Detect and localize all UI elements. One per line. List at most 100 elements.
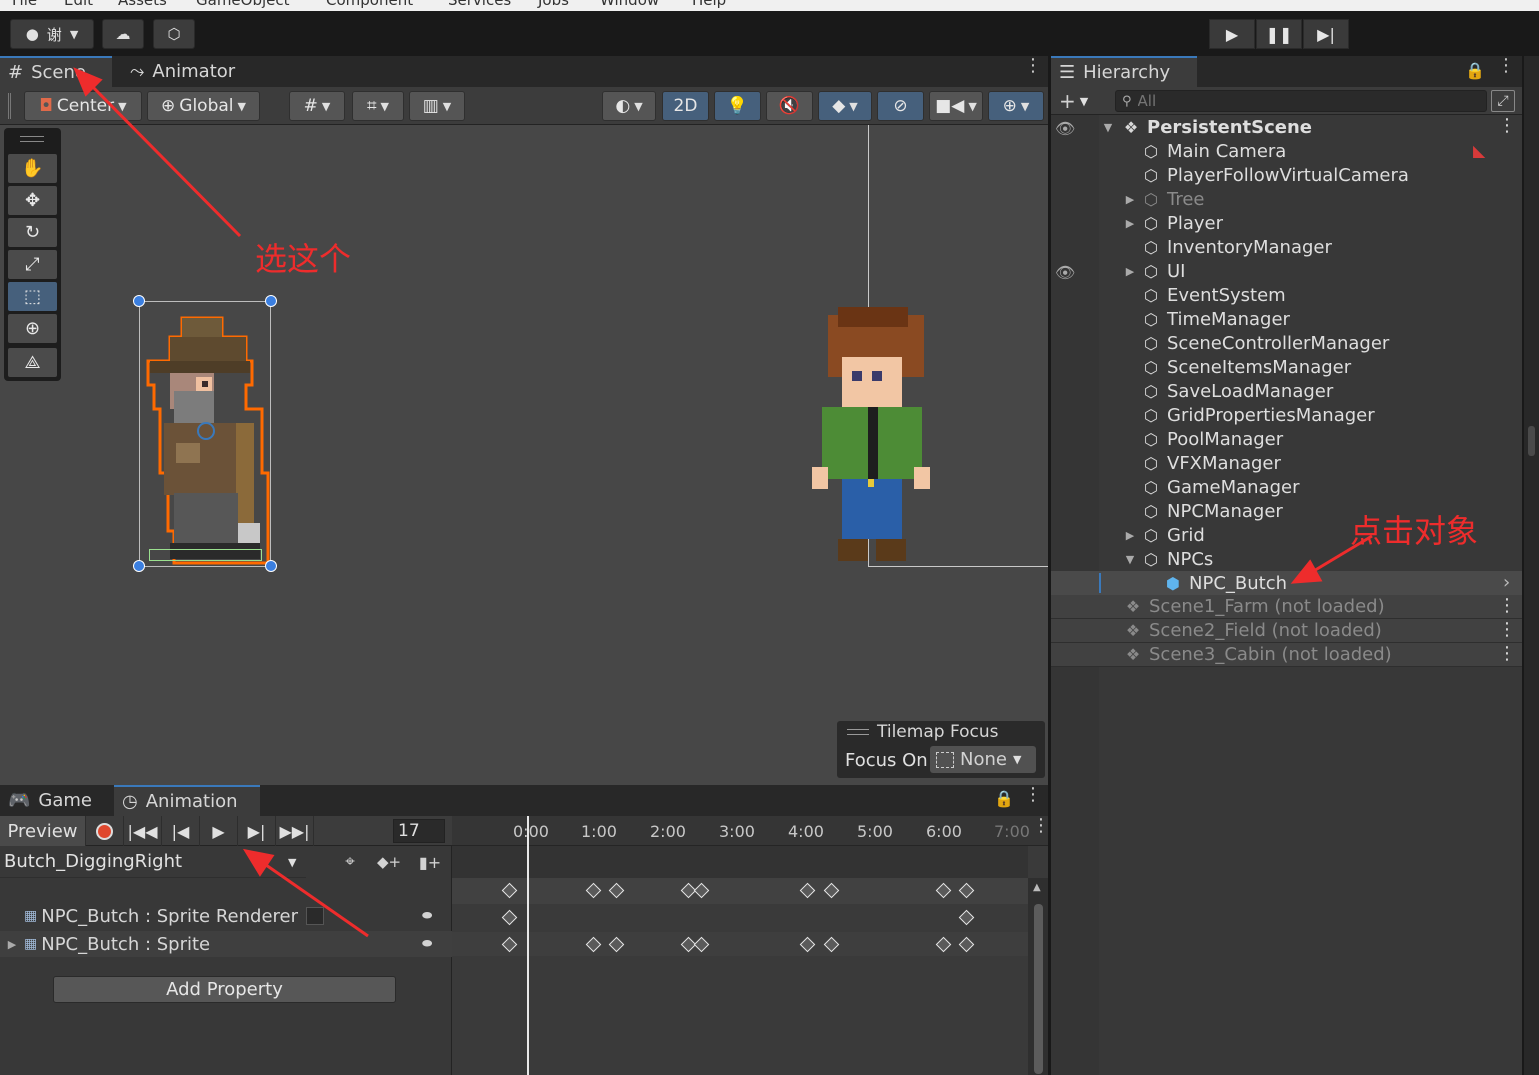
menu-assets[interactable]: Assets xyxy=(118,0,167,9)
hand-tool-button[interactable]: ✋ xyxy=(8,154,57,183)
timeline-more-icon[interactable]: ⋮ xyxy=(1032,817,1048,835)
key-dot-icon[interactable]: ⬬ xyxy=(422,908,432,923)
menu-component[interactable]: Component xyxy=(326,0,413,9)
scene-more-icon[interactable]: ⋮ xyxy=(1498,643,1516,664)
keyframe-marker[interactable] xyxy=(501,909,518,926)
property-row-sprite-renderer[interactable]: ▦ NPC_Butch : Sprite Renderer ⬬ xyxy=(24,904,444,928)
hierarchy-scene-row[interactable]: ❖ Scene1_Farm (not loaded) ⋮ xyxy=(1051,595,1522,619)
rect-handle-tr[interactable] xyxy=(265,295,277,307)
transform-tool-button[interactable]: ⊕ xyxy=(8,314,57,343)
tab-animator[interactable]: ⤳ Animator xyxy=(122,56,242,87)
expand-arrow-icon[interactable]: ▶ xyxy=(1123,217,1137,230)
preview-button[interactable]: Preview xyxy=(0,816,86,846)
menu-services[interactable]: Services xyxy=(448,0,511,9)
property-row-sprite[interactable]: ▶ ▦ NPC_Butch : Sprite ⬬ xyxy=(0,931,452,957)
frame-input[interactable] xyxy=(393,819,445,843)
vertex-snap-dropdown[interactable]: ▥ ▼ xyxy=(409,91,465,121)
hierarchy-item[interactable]: ⬡ VFXManager xyxy=(1051,451,1522,475)
gizmos-dropdown[interactable]: ⊕ ▼ xyxy=(988,91,1044,121)
tab-animation[interactable]: ◷ Animation xyxy=(114,785,260,816)
lock-icon[interactable]: 🔒 xyxy=(1465,61,1485,80)
create-dropdown[interactable]: + ▼ xyxy=(1059,88,1099,114)
menu-jobs[interactable]: Jobs xyxy=(538,0,569,9)
focus-on-dropdown[interactable]: None ▼ xyxy=(930,746,1036,773)
scene-more-icon[interactable]: ⋮ xyxy=(1498,619,1516,640)
grid-snap-dropdown[interactable]: # ▼ xyxy=(289,91,345,121)
scrollbar-thumb[interactable] xyxy=(1034,904,1043,1074)
step-button[interactable]: ▶| xyxy=(1303,19,1349,49)
scene-visibility-toggle[interactable]: ⊘ xyxy=(877,91,924,121)
hierarchy-item[interactable]: ⬡ InventoryManager xyxy=(1051,235,1522,259)
tab-hierarchy[interactable]: ☰ Hierarchy xyxy=(1051,56,1197,87)
tab-game[interactable]: 🎮 Game xyxy=(0,785,110,816)
hierarchy-item[interactable]: ⬡ PlayerFollowVirtualCamera xyxy=(1051,163,1522,187)
menu-gameobject[interactable]: GameObject xyxy=(196,0,290,9)
hierarchy-item[interactable]: ▶ ⬡ Player xyxy=(1051,211,1522,235)
audio-toggle[interactable]: 🔇 xyxy=(766,91,813,121)
menu-file[interactable]: File xyxy=(12,0,37,9)
timeline-scrollbar[interactable]: ▲ xyxy=(1028,878,1048,1075)
chevron-right-icon[interactable]: › xyxy=(1503,572,1510,593)
event-lane[interactable] xyxy=(452,846,1028,878)
lighting-toggle[interactable]: 💡 xyxy=(714,91,761,121)
add-keyframe-icon[interactable]: ⌖ xyxy=(333,848,367,876)
2d-mode-toggle[interactable]: 2D xyxy=(662,91,709,121)
hierarchy-more-icon[interactable]: ⋮ xyxy=(1497,57,1515,75)
cloud-button[interactable]: ☁ xyxy=(102,19,144,49)
clip-dropdown[interactable]: Butch_DiggingRight ▼ xyxy=(0,846,306,878)
tab-scene[interactable]: # Scene xyxy=(0,56,112,87)
menu-window[interactable]: Window xyxy=(600,0,659,9)
scene-more-icon[interactable]: ⋮ xyxy=(1498,115,1516,136)
hierarchy-search-box[interactable]: ⚲ xyxy=(1115,90,1487,112)
custom-tool-button[interactable]: ⟁ xyxy=(8,348,57,377)
hierarchy-item[interactable]: ⬡ PoolManager xyxy=(1051,427,1522,451)
hierarchy-item[interactable]: ⬡ SceneItemsManager xyxy=(1051,355,1522,379)
menu-help[interactable]: Help xyxy=(692,0,726,9)
hierarchy-item[interactable]: ⬡ GridPropertiesManager xyxy=(1051,403,1522,427)
scene-view[interactable] xyxy=(0,125,1048,785)
prev-keyframe-button[interactable]: |◀ xyxy=(162,816,200,846)
hierarchy-scene-row[interactable]: ❖ Scene3_Cabin (not loaded) ⋮ xyxy=(1051,643,1522,667)
palette-grip[interactable] xyxy=(20,136,44,142)
rect-handle-bl[interactable] xyxy=(133,560,145,572)
play-animation-button[interactable]: ▶ xyxy=(200,816,238,846)
scale-tool-button[interactable]: ⤢ xyxy=(8,250,57,279)
camera-dropdown[interactable]: ■◀ ▼ xyxy=(929,91,983,121)
shading-mode-dropdown[interactable]: ◐ ▼ xyxy=(602,91,656,121)
add-property-button[interactable]: Add Property xyxy=(53,976,396,1003)
scene-more-icon[interactable]: ⋮ xyxy=(1024,57,1042,75)
hierarchy-search-input[interactable] xyxy=(1137,92,1438,110)
last-keyframe-button[interactable]: ▶▶| xyxy=(276,816,314,846)
hierarchy-item[interactable]: ⬡ EventSystem xyxy=(1051,283,1522,307)
expand-arrow-icon[interactable]: ▼ xyxy=(1101,121,1115,134)
menu-edit[interactable]: Edit xyxy=(64,0,93,9)
hierarchy-item[interactable]: ▶ ⬡ UI xyxy=(1051,259,1522,283)
expand-arrow-icon[interactable]: ▶ xyxy=(1123,193,1137,206)
hierarchy-item[interactable]: ⬡ GameManager xyxy=(1051,475,1522,499)
collab-button[interactable]: ⬡ xyxy=(153,19,195,49)
rect-handle-tl[interactable] xyxy=(133,295,145,307)
rect-handle-br[interactable] xyxy=(265,560,277,572)
hierarchy-item[interactable]: ⬡ SceneControllerManager xyxy=(1051,331,1522,355)
overlay-grip[interactable] xyxy=(847,729,869,735)
side-scroll-thumb[interactable] xyxy=(1528,426,1535,456)
playhead[interactable] xyxy=(527,816,529,1075)
animation-timeline[interactable]: 0:00 1:00 2:00 3:00 4:00 5:00 6:00 7:00 … xyxy=(452,816,1048,1075)
keyframe-marker[interactable] xyxy=(958,909,975,926)
player-sprite[interactable] xyxy=(808,307,938,567)
hierarchy-item[interactable]: ▶ ⬡ Tree xyxy=(1051,187,1522,211)
rotate-tool-button[interactable]: ↻ xyxy=(8,218,57,247)
add-event-icon[interactable]: ▮+ xyxy=(413,848,447,876)
record-button[interactable] xyxy=(86,816,124,846)
expand-arrow-icon[interactable]: ▶ xyxy=(0,938,24,951)
expand-arrow-icon[interactable]: ▶ xyxy=(1123,265,1137,278)
effects-dropdown[interactable]: ◆ ▼ xyxy=(818,91,872,121)
scroll-up-icon[interactable]: ▲ xyxy=(1033,882,1041,893)
time-ruler[interactable]: 0:00 1:00 2:00 3:00 4:00 5:00 6:00 7:00 … xyxy=(452,816,1048,846)
space-dropdown[interactable]: ⊕ Global ▼ xyxy=(147,91,260,121)
expand-arrow-icon[interactable]: ▼ xyxy=(1123,553,1137,566)
hierarchy-scene-row[interactable]: ❖ Scene2_Field (not loaded) ⋮ xyxy=(1051,619,1522,643)
search-filter-icon[interactable]: ⤢ xyxy=(1491,90,1515,112)
animation-more-icon[interactable]: ⋮ xyxy=(1024,786,1042,804)
key-dot-icon[interactable]: ⬬ xyxy=(422,936,432,951)
